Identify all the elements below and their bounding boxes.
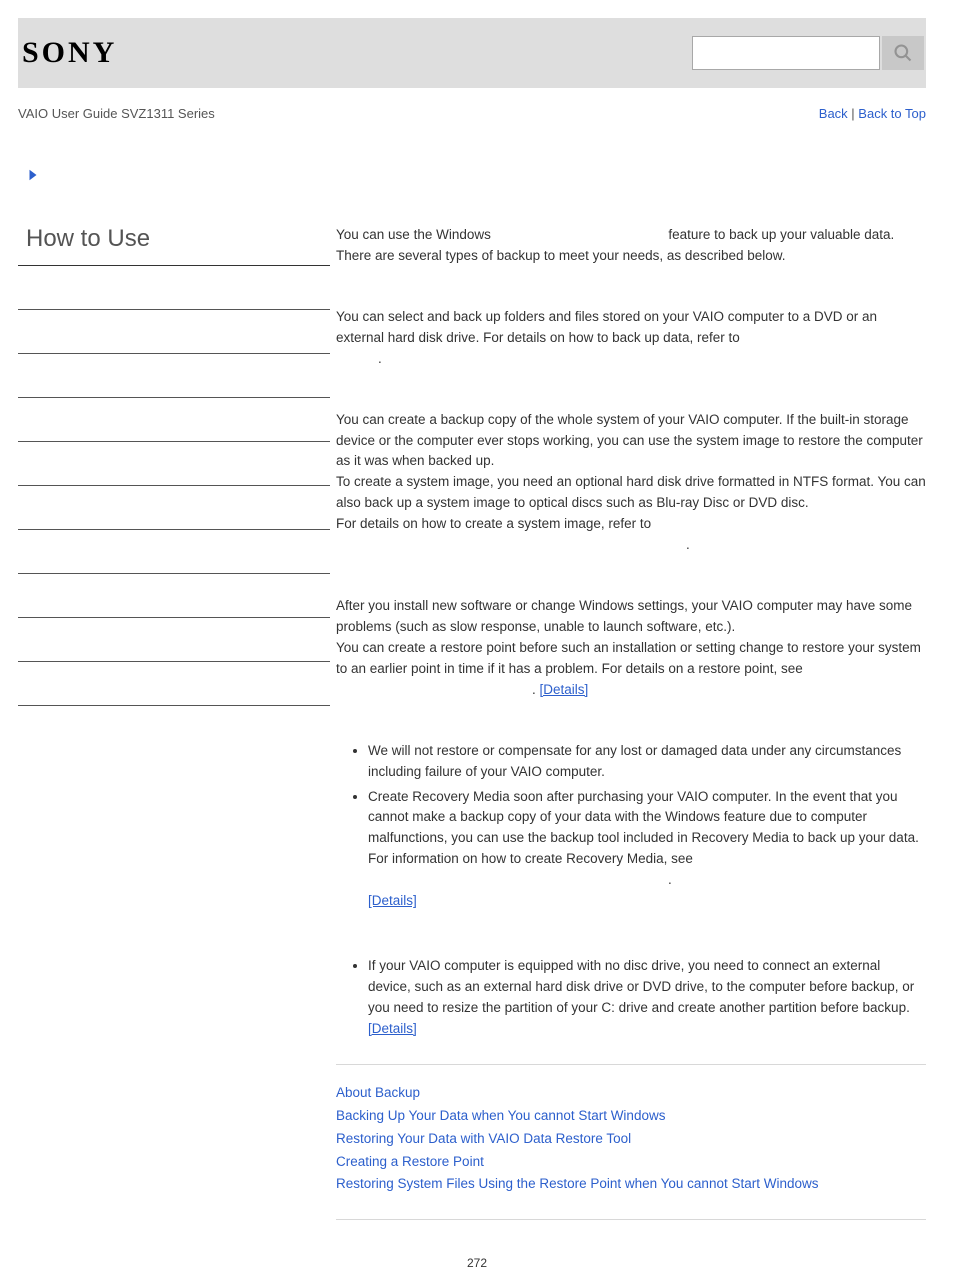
- body-text: Create Recovery Media soon after purchas…: [368, 789, 919, 846]
- body-text: If your VAIO computer is equipped with n…: [368, 958, 914, 1015]
- related-topics: About Backup Backing Up Your Data when Y…: [336, 1083, 926, 1196]
- intro-text: You can use the Windows: [336, 227, 495, 242]
- sidebar-item[interactable]: [18, 398, 330, 442]
- related-link[interactable]: Creating a Restore Point: [336, 1152, 926, 1173]
- intro-text: feature to back up your valuable data.: [665, 227, 895, 242]
- back-link[interactable]: Back: [819, 106, 848, 121]
- sidebar-item[interactable]: [18, 310, 330, 354]
- note-list: We will not restore or compensate for an…: [336, 741, 926, 912]
- header-bar: SONY: [18, 18, 926, 88]
- body-text: For details on how to create a system im…: [336, 516, 651, 531]
- search-input[interactable]: [692, 36, 880, 70]
- body-text: For information on how to create Recover…: [368, 851, 693, 866]
- back-to-top-link[interactable]: Back to Top: [858, 106, 926, 121]
- breadcrumb-arrow: [26, 168, 954, 185]
- list-item: We will not restore or compensate for an…: [368, 741, 926, 783]
- sidebar-item[interactable]: [18, 486, 330, 530]
- details-link[interactable]: [Details]: [368, 1021, 417, 1036]
- body-text: You can create a restore point before su…: [336, 640, 921, 676]
- body-text: .: [686, 537, 690, 552]
- chevron-right-icon: [26, 168, 40, 182]
- related-link[interactable]: About Backup: [336, 1083, 926, 1104]
- sidebar: How to Use: [18, 225, 330, 1238]
- body-text: .: [378, 351, 382, 366]
- sidebar-title: How to Use: [18, 225, 330, 266]
- body-text: .: [668, 872, 672, 887]
- related-link[interactable]: Restoring System Files Using the Restore…: [336, 1174, 926, 1195]
- sidebar-item[interactable]: [18, 530, 330, 574]
- sidebar-item[interactable]: [18, 662, 330, 706]
- sidebar-item[interactable]: [18, 266, 330, 310]
- sidebar-item[interactable]: [18, 354, 330, 398]
- details-link[interactable]: [Details]: [368, 893, 417, 908]
- sidebar-item[interactable]: [18, 442, 330, 486]
- search-icon: [893, 43, 913, 63]
- main-content: You can use the Windows feature to back …: [330, 225, 926, 1238]
- details-link[interactable]: [Details]: [540, 682, 589, 697]
- sony-logo: SONY: [22, 36, 117, 70]
- page-number: 272: [0, 1256, 954, 1270]
- body-text: .: [532, 682, 540, 697]
- divider: [336, 1064, 926, 1065]
- divider: [336, 1219, 926, 1220]
- body-text: You can create a backup copy of the whol…: [336, 410, 926, 473]
- separator: |: [848, 106, 859, 121]
- related-link[interactable]: Restoring Your Data with VAIO Data Resto…: [336, 1129, 926, 1150]
- sidebar-item[interactable]: [18, 618, 330, 662]
- search-button[interactable]: [882, 36, 924, 70]
- body-text: After you install new software or change…: [336, 596, 926, 638]
- list-item: If your VAIO computer is equipped with n…: [368, 956, 926, 1040]
- body-text: You can select and back up folders and f…: [336, 309, 877, 345]
- list-item: Create Recovery Media soon after purchas…: [368, 787, 926, 913]
- hint-list: If your VAIO computer is equipped with n…: [336, 956, 926, 1040]
- sub-header: VAIO User Guide SVZ1311 Series Back | Ba…: [18, 106, 926, 126]
- sidebar-item[interactable]: [18, 574, 330, 618]
- body-text: To create a system image, you need an op…: [336, 472, 926, 514]
- guide-title: VAIO User Guide SVZ1311 Series: [18, 106, 215, 121]
- related-link[interactable]: Backing Up Your Data when You cannot Sta…: [336, 1106, 926, 1127]
- intro-text: There are several types of backup to mee…: [336, 246, 926, 267]
